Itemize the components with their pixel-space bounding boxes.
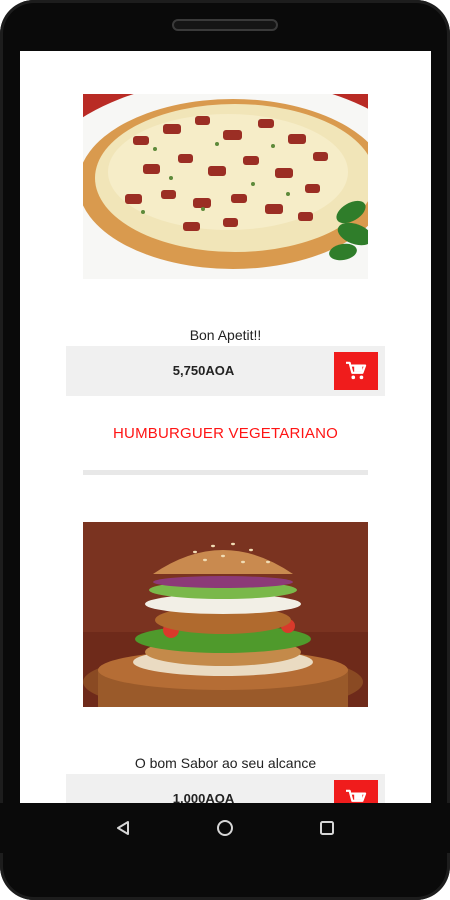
- home-circle-icon: [216, 819, 234, 837]
- recents-square-icon: [319, 820, 335, 836]
- section-divider: [83, 470, 368, 475]
- navigation-bar: [0, 803, 450, 853]
- price-row: 1,000AOA: [66, 774, 385, 803]
- pizza-image: [83, 94, 368, 279]
- item-price: 5,750AOA: [172, 363, 235, 378]
- section-title: HUMBURGUER VEGETARIANO: [113, 425, 338, 442]
- item-caption: Bon Apetit!!: [189, 327, 262, 343]
- earpiece-speaker: [172, 19, 278, 31]
- item-caption: O bom Sabor ao seu alcance: [134, 755, 317, 771]
- back-button[interactable]: [110, 815, 136, 841]
- home-button[interactable]: [212, 815, 238, 841]
- back-triangle-icon: [115, 820, 131, 836]
- phone-frame: Bon Apetit!! 5,750AOA HUMBURGUER VEGETAR…: [0, 0, 450, 900]
- add-to-cart-button[interactable]: [334, 780, 378, 803]
- price-row: 5,750AOA: [66, 346, 385, 396]
- status-bar: [20, 51, 431, 75]
- add-to-cart-button[interactable]: [334, 352, 378, 390]
- veggie-burger-image: [83, 522, 368, 707]
- shopping-cart-icon: [345, 789, 367, 803]
- shopping-cart-icon: [345, 361, 367, 381]
- recents-button[interactable]: [314, 815, 340, 841]
- app-screen: Bon Apetit!! 5,750AOA HUMBURGUER VEGETAR…: [20, 51, 431, 803]
- item-price: 1,000AOA: [172, 791, 235, 803]
